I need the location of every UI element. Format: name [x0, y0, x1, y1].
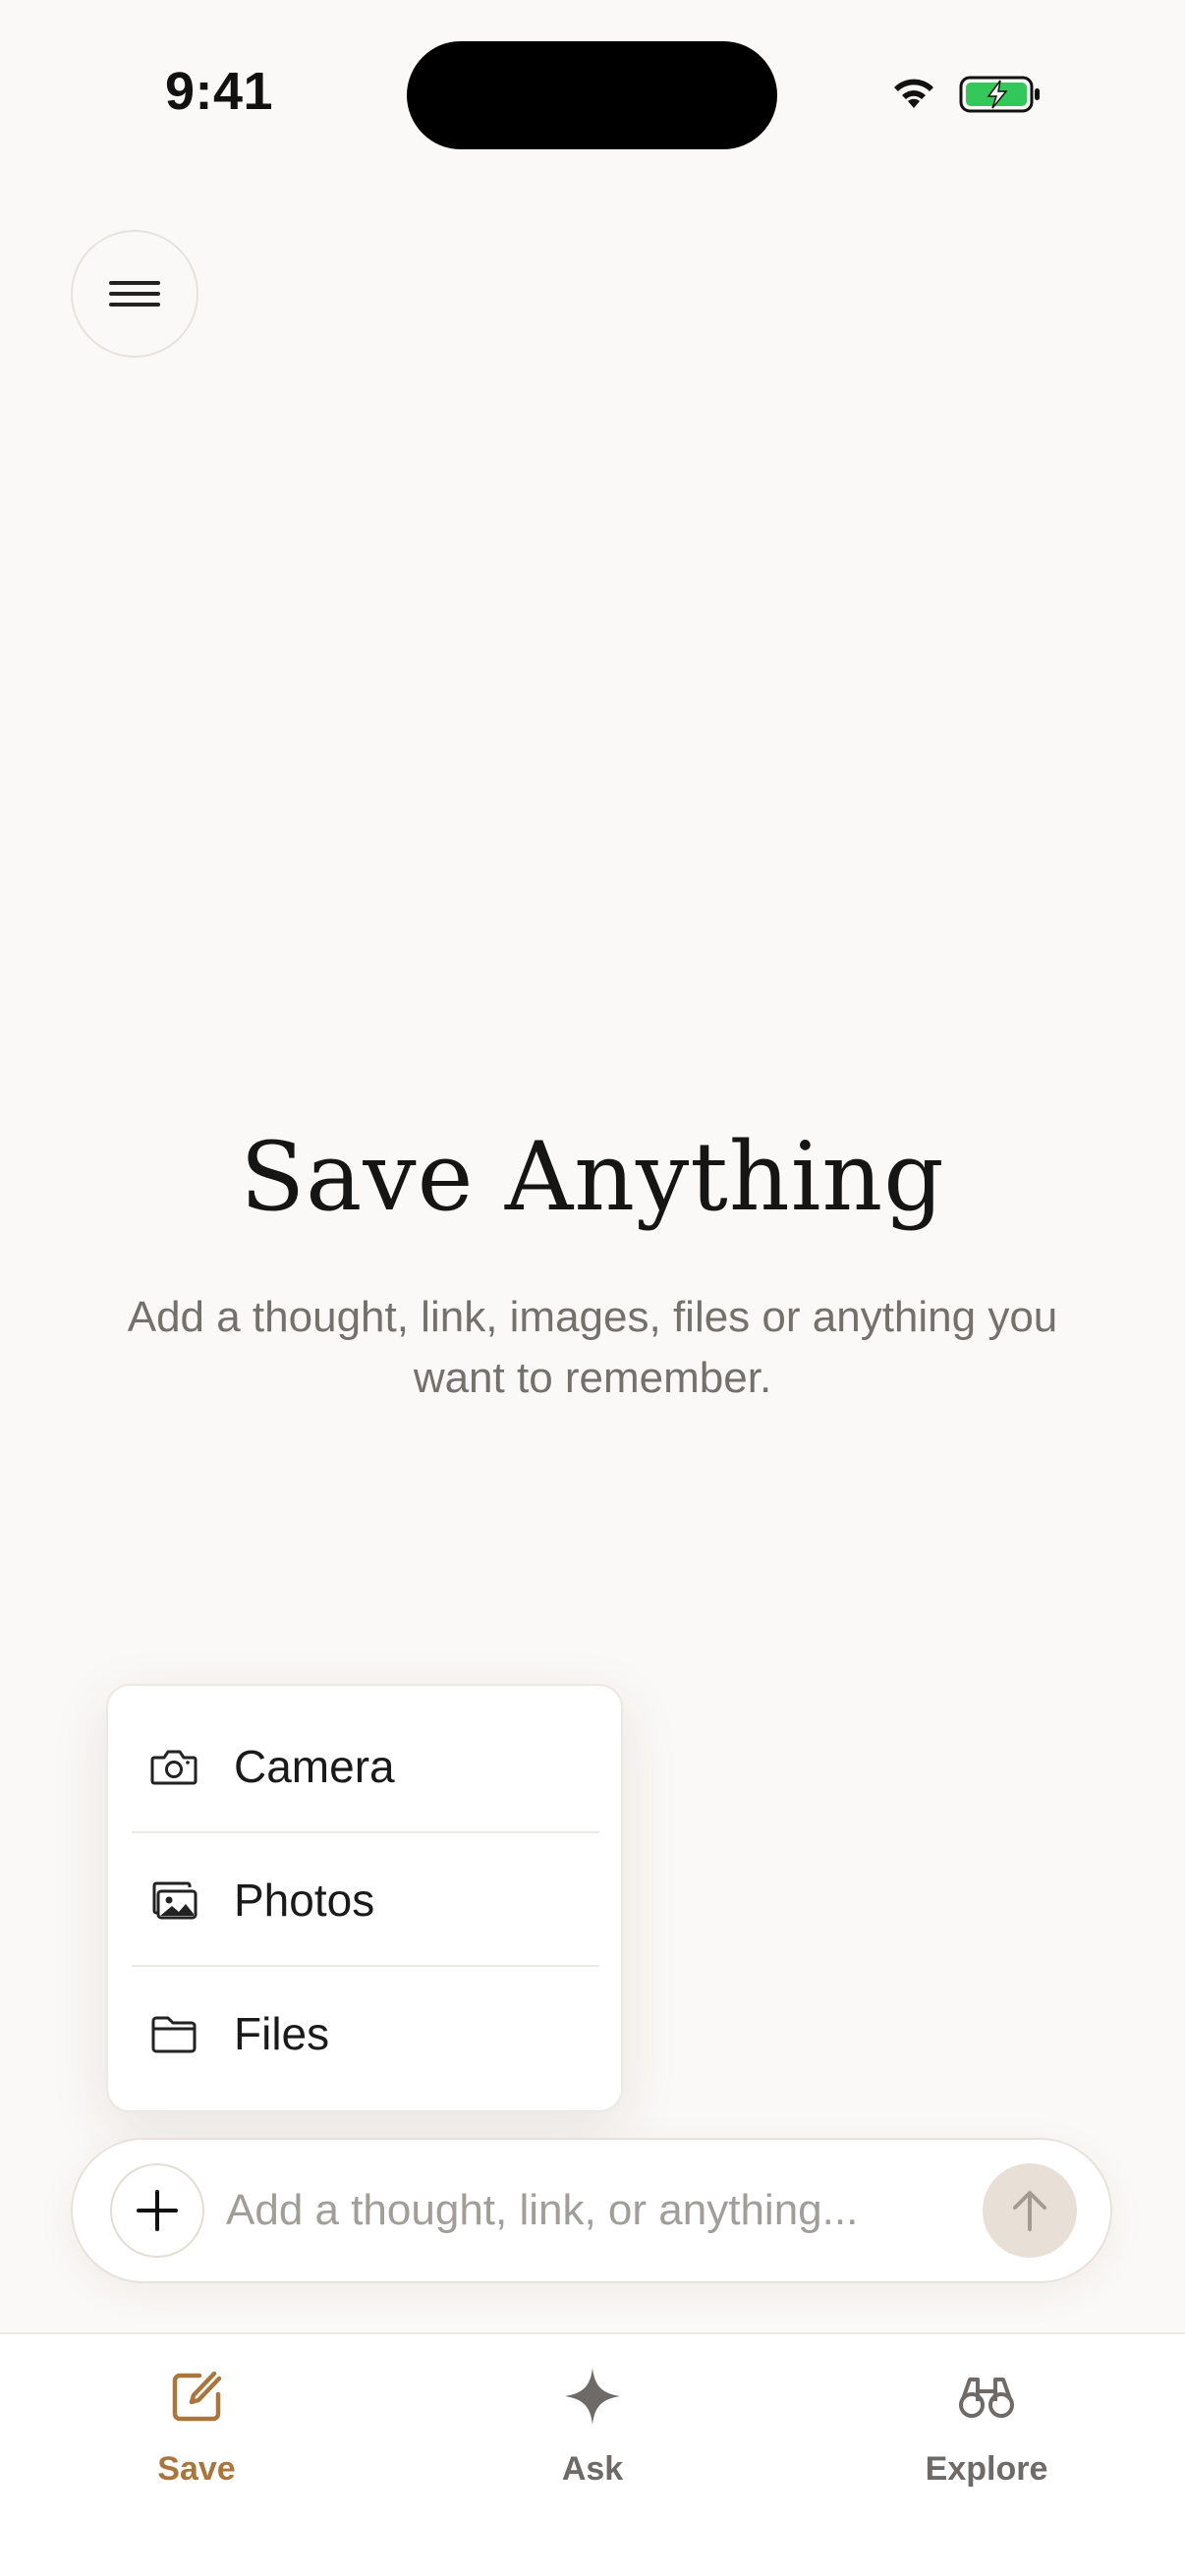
photos-icon: [149, 1878, 198, 1922]
send-button[interactable]: [983, 2163, 1077, 2258]
tab-ask-label: Ask: [561, 2450, 624, 2488]
composer-input[interactable]: [226, 2169, 914, 2252]
attach-menu: Camera Photos Files: [106, 1684, 623, 2112]
attach-files-item[interactable]: Files: [108, 1967, 621, 2100]
arrow-up-icon: [1013, 2191, 1046, 2231]
attach-photos-label: Photos: [234, 1875, 375, 1926]
compose-icon: [164, 2364, 229, 2429]
hero-title: Save Anything: [240, 1122, 945, 1232]
attach-camera-item[interactable]: Camera: [108, 1700, 621, 1833]
plus-icon: [137, 2190, 178, 2231]
app-screen: 9:41 Save Anything Add a thought, link, …: [0, 0, 1185, 2576]
tab-explore-label: Explore: [925, 2450, 1048, 2488]
tab-save[interactable]: Save: [79, 2364, 314, 2511]
binoculars-icon: [954, 2364, 1019, 2429]
hamburger-icon: [109, 281, 160, 307]
hero-subtitle: Add a thought, link, images, files or an…: [127, 1293, 1058, 1402]
attach-files-label: Files: [234, 2008, 330, 2059]
camera-icon: [149, 1745, 198, 1788]
tab-save-label: Save: [157, 2450, 236, 2488]
tab-ask[interactable]: Ask: [475, 2364, 710, 2511]
tab-explore[interactable]: Explore: [869, 2364, 1104, 2511]
wifi-icon: [894, 79, 933, 108]
add-attachment-button[interactable]: [110, 2163, 204, 2258]
sparkle-icon: [560, 2364, 625, 2429]
menu-button[interactable]: [71, 230, 198, 358]
status-time: 9:41: [165, 62, 274, 121]
tab-bar: Save Ask Explore: [0, 2332, 1185, 2576]
attach-camera-label: Camera: [234, 1741, 395, 1792]
attach-photos-item[interactable]: Photos: [108, 1833, 621, 1967]
dynamic-island: [407, 41, 777, 149]
battery-charging-icon: [959, 76, 1040, 113]
composer-bar: [71, 2138, 1112, 2283]
folder-icon: [149, 2012, 198, 2055]
